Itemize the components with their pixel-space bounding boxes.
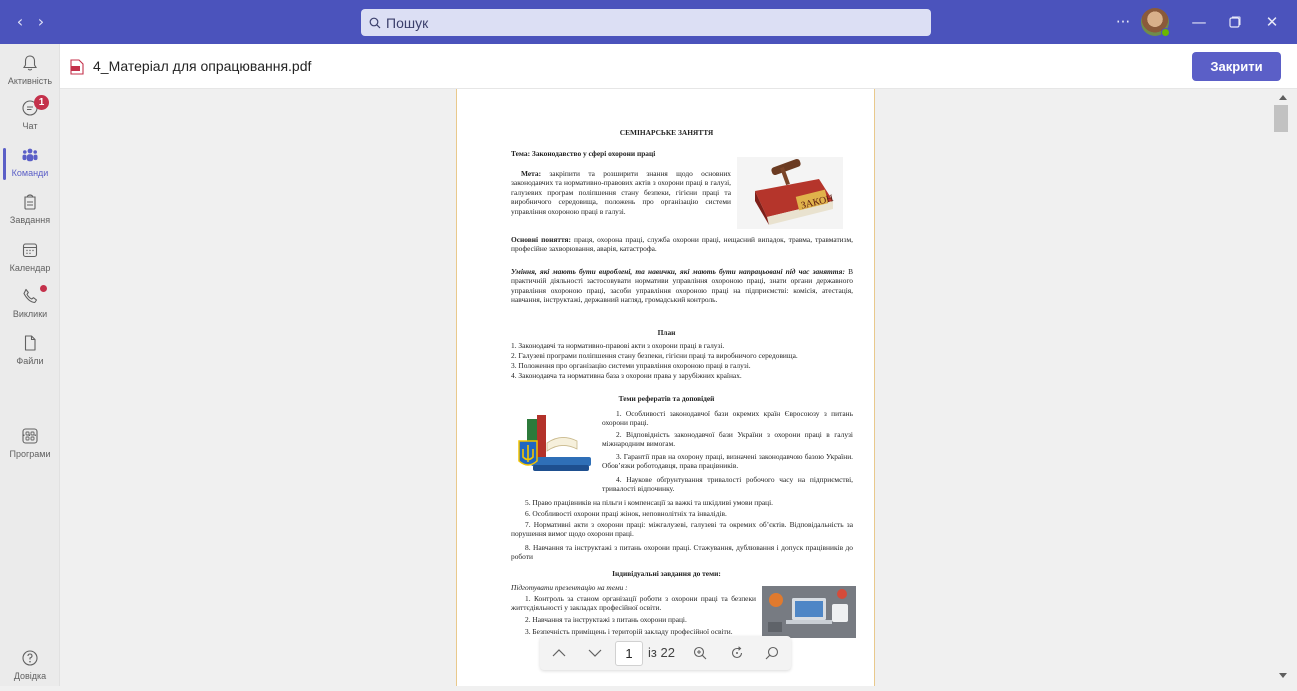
file-icon xyxy=(24,335,36,351)
individual-item: 3. Безпечність приміщень і територій зак… xyxy=(525,627,733,636)
back-arrow-icon[interactable]: ‹ xyxy=(10,12,30,32)
report-item: 7. Нормативні акти з охорони праці: міжг… xyxy=(511,520,853,539)
rail-label: Виклики xyxy=(12,309,48,319)
close-window-icon[interactable]: ✕ xyxy=(1261,10,1283,34)
page-number-input[interactable]: 1 xyxy=(615,641,643,666)
search-input[interactable]: Пошук xyxy=(361,9,931,36)
page-total: із 22 xyxy=(648,645,675,660)
zoom-in-icon[interactable] xyxy=(690,643,710,663)
rail-item-help[interactable]: Довідка xyxy=(0,645,60,691)
maximize-icon[interactable] xyxy=(1224,10,1246,34)
rail-item-assignments[interactable]: Завдання xyxy=(0,189,60,235)
concepts-label: Основні поняття: xyxy=(511,235,571,244)
report-item: 5. Право працівників на пільги і компенс… xyxy=(525,498,774,507)
rotate-icon[interactable] xyxy=(727,643,747,663)
rail-label: Активність xyxy=(7,76,53,86)
search-placeholder: Пошук xyxy=(386,14,429,31)
rail-label: Довідка xyxy=(13,671,47,681)
report-item: 4. Наукове обґрунтування тривалості робо… xyxy=(602,475,853,494)
reports-title: Теми рефератів та доповідей xyxy=(618,394,715,403)
rail-item-chat[interactable]: 1 Чат xyxy=(0,95,60,141)
law-book-image: ЗАКОН xyxy=(737,157,843,229)
help-icon xyxy=(22,650,38,666)
workplace-illustration-image xyxy=(762,586,856,638)
skills-paragraph: Уміння, які мають бути вироблені, та нав… xyxy=(511,267,853,305)
rail-item-activity[interactable]: Активність xyxy=(0,50,60,96)
rail-label: Чат xyxy=(22,121,38,131)
calendar-icon xyxy=(22,243,38,258)
concepts-paragraph: Основні поняття: праця, охорона праці, с… xyxy=(511,235,853,254)
rail-item-teams[interactable]: Команди xyxy=(0,142,60,188)
report-item: 3. Гарантії прав на охорону праці, визна… xyxy=(602,452,853,471)
report-item: 1. Особливості законодавчої бази окремих… xyxy=(602,409,853,428)
pdf-page: СЕМІНАРСЬКЕ ЗАНЯТТЯ Тема: Законодавство … xyxy=(456,89,875,686)
goal-paragraph: Мета: закріпити та розширити знання щодо… xyxy=(511,169,731,216)
previous-page-icon[interactable] xyxy=(549,643,569,663)
goal-label: Мета: xyxy=(521,169,542,178)
pdf-file-icon xyxy=(70,59,84,75)
skills-label: Уміння, які мають бути вироблені, та нав… xyxy=(511,267,845,276)
rail-item-calendar[interactable]: Календар xyxy=(0,237,60,283)
file-header: 4_Матеріал для опрацювання.pdf Закрити xyxy=(60,44,1297,89)
next-page-icon[interactable] xyxy=(585,643,605,663)
rail-item-calls[interactable]: Виклики xyxy=(0,283,60,329)
rail-label: Завдання xyxy=(9,215,51,225)
minimize-icon[interactable]: — xyxy=(1188,10,1210,34)
chat-badge: 1 xyxy=(34,95,49,110)
more-options-button[interactable]: ··· xyxy=(1112,10,1134,34)
teams-icon xyxy=(22,148,38,162)
doc-title: СЕМІНАРСЬКЕ ЗАНЯТТЯ xyxy=(619,128,714,137)
books-ukraine-emblem-image xyxy=(513,407,595,477)
rail-label: Програми xyxy=(9,449,51,459)
rail-label: Файли xyxy=(16,356,44,366)
plan-item: 1. Законодавчі та нормативно-правові акт… xyxy=(511,341,725,350)
report-item: 8. Навчання та інструктажі з питань охор… xyxy=(511,543,853,562)
title-bar: ‹ › Пошук ··· — ✕ xyxy=(0,0,1297,44)
presence-status-dot xyxy=(1161,28,1170,37)
scroll-up-icon[interactable] xyxy=(1279,95,1287,100)
calls-notification-dot xyxy=(40,285,47,292)
rail-label: Команди xyxy=(11,168,49,178)
scroll-thumb[interactable] xyxy=(1274,105,1288,132)
individual-item: 1. Контроль за станом організації роботи… xyxy=(511,594,756,613)
search-document-icon[interactable] xyxy=(762,643,782,663)
plan-title: План xyxy=(657,328,676,337)
doc-topic: Тема: Законодавство у сфері охорони прац… xyxy=(511,149,656,158)
phone-icon xyxy=(23,288,38,304)
rail-item-apps[interactable]: Програми xyxy=(0,423,60,469)
report-item: 2. Відповідність законодавчої бази Украї… xyxy=(602,430,853,449)
bell-icon xyxy=(23,55,37,71)
individual-title: Індивідуальні завдання до теми: xyxy=(612,569,721,578)
rail-label: Календар xyxy=(9,263,51,273)
scrollbar[interactable] xyxy=(1272,89,1297,686)
app-rail: Активність 1 Чат Команди Завдання Календ… xyxy=(0,44,60,686)
close-button[interactable]: Закрити xyxy=(1192,52,1281,81)
plan-item: 2. Галузеві програми поліпшення стану бе… xyxy=(511,351,798,360)
plan-item: 4. Законодавча та нормативна база з охор… xyxy=(511,371,742,380)
report-item: 6. Особливості охорони праці жінок, непо… xyxy=(525,509,727,518)
pdf-toolbar: 1 із 22 xyxy=(540,636,791,670)
individual-subtitle: Підготувати презентацію на теми : xyxy=(511,583,628,592)
forward-arrow-icon[interactable]: › xyxy=(31,12,51,32)
goal-text: закріпити та розширити знання щодо основ… xyxy=(511,169,731,216)
plan-item: 3. Положення про організацію системи упр… xyxy=(511,361,751,370)
search-icon xyxy=(369,17,381,28)
assignments-icon xyxy=(24,194,36,210)
file-title: 4_Матеріал для опрацювання.pdf xyxy=(93,58,312,74)
rail-item-files[interactable]: Файли xyxy=(0,330,60,376)
apps-icon xyxy=(22,428,38,444)
individual-item: 2. Навчання та інструктажі з питань охор… xyxy=(525,615,687,624)
scroll-down-icon[interactable] xyxy=(1279,673,1287,678)
